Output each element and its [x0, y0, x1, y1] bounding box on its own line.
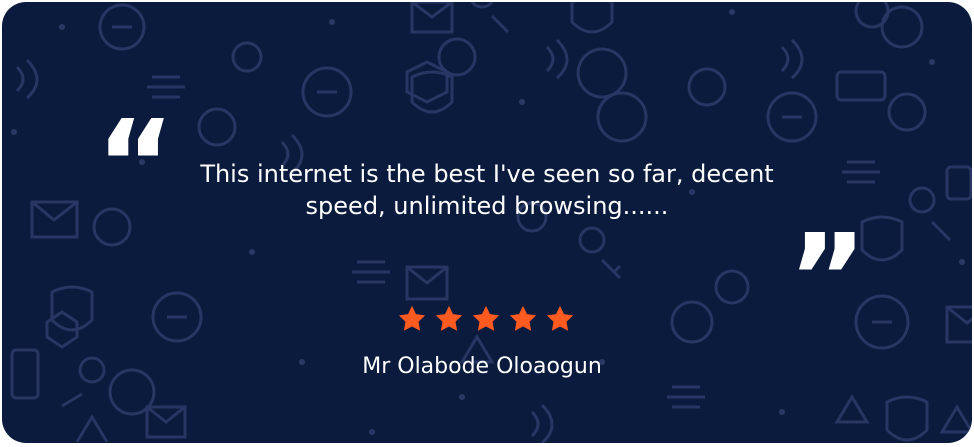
author-name: Mr Olabode Oloaogun [362, 354, 602, 379]
testimonial-text: This internet is the best I've seen so f… [200, 160, 774, 220]
star-icon [435, 305, 463, 331]
star-icon [509, 305, 537, 331]
star-icon [398, 305, 426, 331]
star-icon [546, 305, 574, 331]
star-rating [397, 304, 579, 338]
open-quote-icon: “ [96, 96, 175, 235]
star-icon [472, 305, 500, 331]
close-quote-icon: ” [788, 210, 867, 349]
testimonial-card: “ ” This internet is the best I've seen … [2, 2, 972, 443]
